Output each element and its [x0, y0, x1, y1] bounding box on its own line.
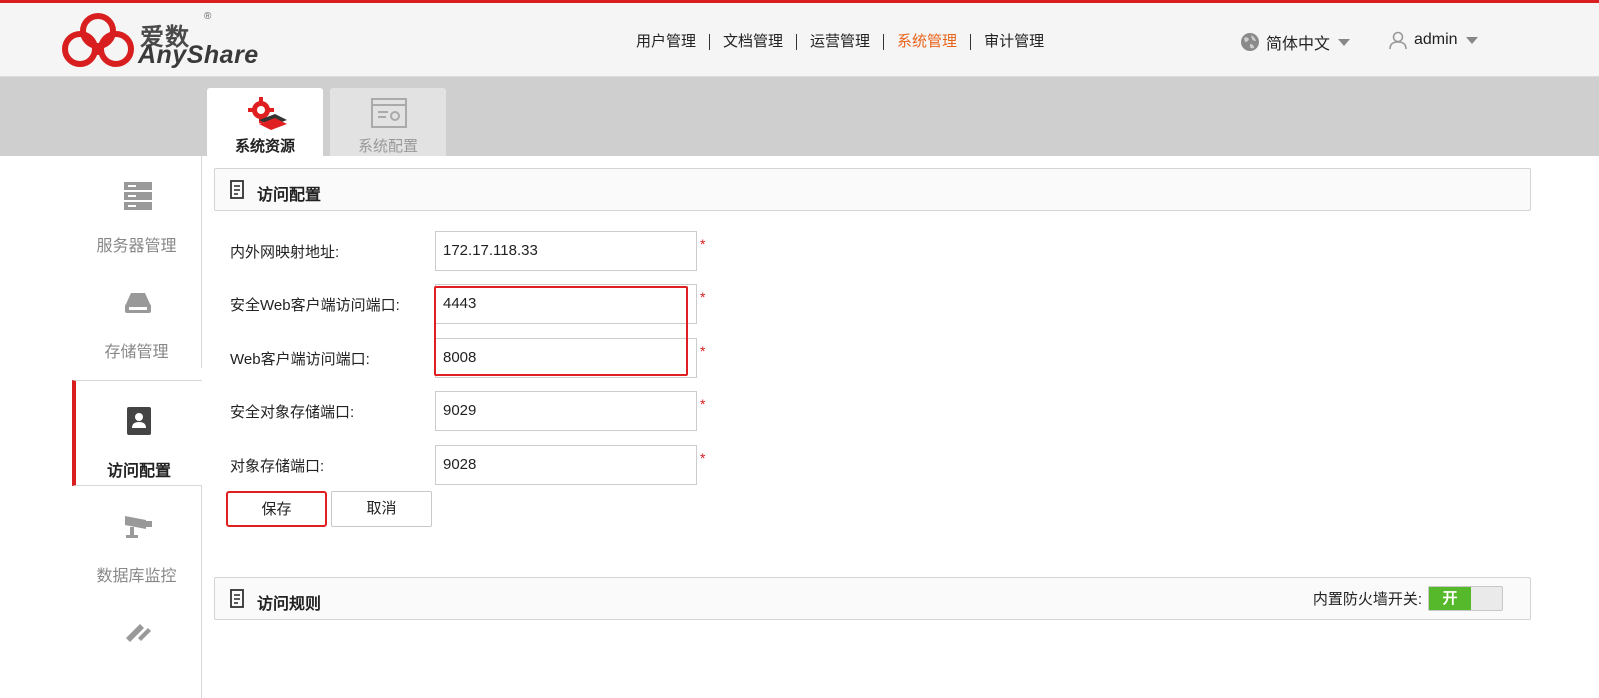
- field-label: 安全Web客户端访问端口:: [230, 297, 400, 314]
- mapping-address-input[interactable]: 172.17.118.33: [435, 231, 697, 271]
- tab-label: 系统资源: [234, 138, 295, 155]
- document-icon: [230, 589, 244, 608]
- required-mark: *: [700, 396, 706, 412]
- chevron-down-icon: [1465, 36, 1478, 44]
- tools-icon: [126, 624, 151, 642]
- sidebar-item-database-monitor[interactable]: 数据库监控: [72, 486, 202, 592]
- firewall-label: 内置防火墙开关:: [1312, 591, 1422, 608]
- nav-system-management[interactable]: 系统管理: [884, 34, 972, 50]
- sidebar-item-access-config[interactable]: 访问配置: [72, 380, 202, 486]
- sidebar-item-storage-management[interactable]: 存储管理: [72, 262, 202, 368]
- field-label: 内外网映射地址:: [230, 244, 340, 261]
- globe-icon: [1241, 33, 1259, 51]
- object-storage-port-input[interactable]: 9028: [435, 445, 697, 485]
- panel-title: 访问规则: [257, 596, 322, 613]
- toggle-on-label: 开: [1429, 587, 1471, 610]
- field-label: Web客户端访问端口:: [230, 351, 370, 368]
- user-menu[interactable]: admin: [1388, 30, 1478, 50]
- field-label: 安全对象存储端口:: [230, 404, 355, 421]
- tab-system-config[interactable]: 系统配置: [330, 88, 446, 156]
- user-icon: [1389, 31, 1407, 50]
- firewall-toggle[interactable]: 开: [1428, 586, 1503, 611]
- access-config-header: 访问配置: [214, 168, 1531, 211]
- sidebar-item-tools[interactable]: [72, 592, 202, 698]
- anyshare-logo[interactable]: 爱数 ® AnyShare: [58, 11, 278, 73]
- sidebar-item-server-management[interactable]: 服务器管理: [72, 156, 202, 262]
- save-button[interactable]: 保存: [226, 491, 327, 527]
- tab-label: 系统配置: [357, 138, 418, 155]
- nav-document-management[interactable]: 文档管理: [710, 34, 798, 50]
- main-nav: 用户管理 文档管理 运营管理 系统管理 审计管理: [636, 31, 1057, 53]
- top-header: 爱数 ® AnyShare 用户管理 文档管理 运营管理 系统管理 审计管理 简…: [0, 0, 1599, 77]
- sidebar-item-label: 访问配置: [106, 463, 171, 480]
- secure-object-storage-port-input[interactable]: 9029: [435, 391, 697, 431]
- nav-operation-management[interactable]: 运营管理: [797, 34, 885, 50]
- language-selector[interactable]: 简体中文: [1240, 30, 1351, 54]
- sidebar-item-label: 存储管理: [104, 344, 169, 361]
- nav-audit-management[interactable]: 审计管理: [971, 34, 1057, 50]
- logo-registered-mark: ®: [204, 11, 212, 22]
- web-port-input[interactable]: 8008: [435, 338, 697, 378]
- secure-web-port-input[interactable]: 4443: [435, 284, 697, 324]
- logo-text-en: AnyShare: [138, 41, 259, 69]
- logo-mark-icon: [62, 13, 134, 67]
- cancel-button[interactable]: 取消: [331, 491, 432, 527]
- required-mark: *: [700, 343, 706, 359]
- contact-card-icon: [127, 407, 151, 435]
- nav-user-management[interactable]: 用户管理: [636, 34, 711, 50]
- username-label: admin: [1414, 31, 1458, 48]
- sidebar: 服务器管理 存储管理 访问配置 数据库监控: [72, 156, 202, 698]
- gear-server-icon: [248, 97, 287, 130]
- required-mark: *: [700, 289, 706, 305]
- module-tab-bar: 系统资源 系统配置: [0, 77, 1599, 157]
- server-icon: [124, 182, 152, 210]
- field-label: 对象存储端口:: [230, 458, 325, 475]
- settings-window-icon: [371, 98, 407, 128]
- firewall-switch-group: 内置防火墙开关: 开: [1313, 586, 1503, 611]
- tab-system-resources[interactable]: 系统资源: [207, 88, 323, 157]
- access-rules-header: 访问规则 内置防火墙开关: 开: [214, 577, 1531, 620]
- document-icon: [230, 180, 244, 199]
- language-label: 简体中文: [1266, 36, 1331, 53]
- chevron-down-icon: [1338, 38, 1351, 46]
- panel-title: 访问配置: [257, 187, 322, 204]
- storage-icon: [125, 293, 151, 313]
- sidebar-item-label: 数据库监控: [96, 568, 177, 585]
- sidebar-item-label: 服务器管理: [96, 238, 177, 255]
- required-mark: *: [700, 450, 706, 466]
- camera-icon: [125, 516, 152, 538]
- required-mark: *: [700, 236, 706, 252]
